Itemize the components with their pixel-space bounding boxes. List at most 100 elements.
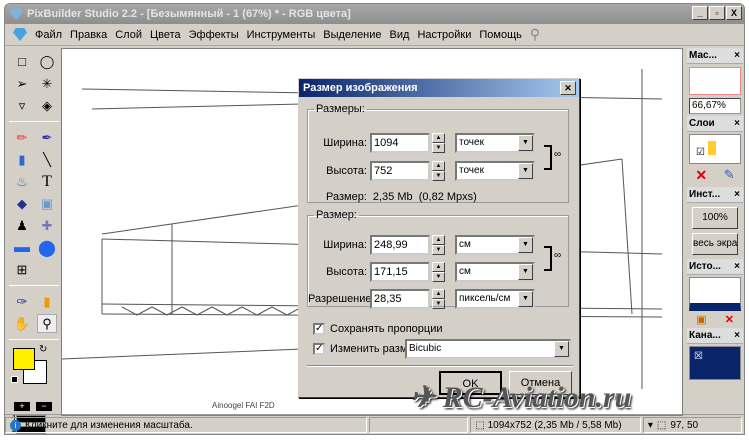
app-menu-icon[interactable] bbox=[13, 28, 27, 41]
status-bar: i Кликните для изменения масштаба. ⬚ 1094… bbox=[5, 414, 744, 434]
channels-title: Кана... bbox=[689, 330, 721, 341]
dialog-title-bar: Размер изображения ✕ bbox=[299, 79, 579, 97]
default-colors-icon[interactable] bbox=[11, 376, 18, 383]
menu-settings[interactable]: Настройки bbox=[417, 29, 471, 41]
chain-link-icon[interactable]: ∞ bbox=[554, 250, 561, 261]
stamp-icon[interactable]: ♟ bbox=[12, 216, 32, 235]
rectangle-icon[interactable]: ▬ bbox=[12, 238, 32, 257]
polygon-lasso-icon[interactable]: ▿ bbox=[12, 96, 32, 115]
doc-height-spinner[interactable]: ▲ ▼ bbox=[432, 262, 445, 282]
doc-width-unit-select[interactable]: см ▼ bbox=[455, 235, 535, 255]
remove-brush-button[interactable]: − bbox=[36, 402, 52, 411]
chain-link-icon[interactable]: ∞ bbox=[554, 149, 561, 160]
menu-tools[interactable]: Инструменты bbox=[247, 29, 316, 41]
doc-width-spinner[interactable]: ▲ ▼ bbox=[432, 235, 445, 255]
menu-edit[interactable]: Правка bbox=[70, 29, 107, 41]
pixel-width-unit-select[interactable]: точек ▼ bbox=[455, 133, 535, 153]
close-icon[interactable]: × bbox=[734, 328, 740, 344]
new-snapshot-icon[interactable]: ▣ bbox=[696, 313, 706, 326]
zoom-input[interactable]: 66,67% bbox=[689, 98, 741, 114]
tools-panel-header: Инст... × bbox=[687, 187, 743, 203]
fit-screen-button[interactable]: весь экран bbox=[692, 233, 738, 255]
resolution-spinner[interactable]: ▲ ▼ bbox=[432, 289, 445, 309]
pixel-height-label: Высота: bbox=[326, 165, 367, 177]
dialog-close-button[interactable]: ✕ bbox=[560, 81, 576, 95]
history-panel-header: Исто... × bbox=[687, 259, 743, 275]
resolution-label: Разрешение: bbox=[308, 293, 375, 305]
menu-colors[interactable]: Цвета bbox=[150, 29, 181, 41]
swap-colors-icon[interactable]: ↻ bbox=[39, 344, 47, 355]
pencil-icon[interactable]: ✏ bbox=[12, 128, 32, 147]
menu-layer[interactable]: Слой bbox=[115, 29, 142, 41]
menu-file[interactable]: Файл bbox=[35, 29, 62, 41]
history-list[interactable] bbox=[689, 277, 741, 311]
watermark-text: RC-Aviation.ru bbox=[442, 381, 632, 414]
history-title: Исто... bbox=[689, 261, 721, 272]
document-size-group: Размер: Ширина: 248,99 ▲ ▼ см ▼ Высота: 171,15… bbox=[307, 209, 569, 309]
eyedropper-icon[interactable]: ✑ bbox=[12, 292, 32, 311]
resolution-unit-select[interactable]: пиксель/см ▼ bbox=[455, 289, 535, 309]
ruler-icon[interactable]: ▮ bbox=[37, 292, 57, 311]
window-title: PixBuilder Studio 2.2 - [Безымянный - 1 … bbox=[27, 8, 351, 20]
ellipse-icon[interactable]: ⬤ bbox=[37, 238, 57, 257]
menu-selection[interactable]: Выделение bbox=[323, 29, 381, 41]
app-logo-icon bbox=[10, 8, 23, 20]
rect-select-icon[interactable]: □ bbox=[12, 52, 32, 71]
channels-list[interactable]: ☒ bbox=[689, 346, 741, 380]
layers-list[interactable]: ☑ bbox=[689, 134, 741, 164]
pixel-width-input[interactable]: 1094 bbox=[370, 133, 430, 153]
crop-icon[interactable]: ⊞ bbox=[12, 260, 32, 279]
dialog-title: Размер изображения bbox=[303, 82, 418, 94]
bucket-icon[interactable]: ♨ bbox=[12, 172, 32, 191]
magnetic-lasso-icon[interactable]: ◈ bbox=[37, 96, 57, 115]
doc-height-input[interactable]: 171,15 bbox=[370, 262, 430, 282]
move-icon[interactable]: ➢ bbox=[12, 74, 32, 93]
delete-history-icon[interactable]: ✕ bbox=[725, 313, 734, 326]
pixel-height-unit-select[interactable]: точек ▼ bbox=[455, 161, 535, 181]
add-brush-button[interactable]: + bbox=[14, 402, 30, 411]
menu-help[interactable]: Помощь bbox=[479, 29, 522, 41]
keep-proportions-checkbox[interactable]: ✓ Сохранять пропорции bbox=[313, 319, 443, 339]
navigator-panel-header: Мас... × bbox=[687, 48, 743, 64]
dropdown-icon[interactable]: ▾ bbox=[648, 418, 653, 432]
hand-icon[interactable]: ✋ bbox=[12, 314, 32, 333]
zoom-icon[interactable]: ⚲ bbox=[37, 314, 57, 333]
doc-height-unit-select[interactable]: см ▼ bbox=[455, 262, 535, 282]
info-icon: i bbox=[10, 419, 21, 431]
menu-view[interactable]: Вид bbox=[390, 29, 410, 41]
right-panels: Мас... × 66,67% Слои × ☑ ✕ ✎ Инст... × 100%… bbox=[687, 48, 743, 416]
navigator-preview[interactable] bbox=[689, 67, 741, 95]
close-button[interactable]: X bbox=[726, 6, 742, 20]
gradient-icon[interactable]: ◆ bbox=[12, 194, 32, 213]
image-size-dialog: Размер изображения ✕ Размеры: Ширина: 1094… bbox=[298, 78, 580, 398]
search-icon[interactable]: ⚲ bbox=[530, 26, 540, 43]
close-icon[interactable]: × bbox=[734, 187, 740, 203]
eraser-icon[interactable]: ▮ bbox=[12, 150, 32, 169]
shape-fill-icon[interactable]: ▣ bbox=[37, 194, 57, 213]
layer-properties-icon[interactable]: ✎ bbox=[724, 167, 735, 184]
menu-bar: Файл Правка Слой Цвета Эффекты Инструмен… bbox=[5, 24, 744, 46]
pixel-height-input[interactable]: 752 bbox=[370, 161, 430, 181]
resample-method-select[interactable]: Bicubic ▼ bbox=[405, 339, 571, 359]
minimize-button[interactable]: _ bbox=[692, 6, 708, 20]
line-icon[interactable]: ╲ bbox=[37, 150, 57, 169]
status-message: i Кликните для изменения масштаба. bbox=[5, 416, 368, 433]
restore-button[interactable]: ▫ bbox=[709, 6, 725, 20]
pixel-width-spinner[interactable]: ▲ ▼ bbox=[432, 133, 445, 153]
magic-wand-icon[interactable]: ✳ bbox=[37, 74, 57, 93]
zoom-100-button[interactable]: 100% bbox=[692, 207, 738, 229]
lasso-icon[interactable]: ◯ bbox=[37, 52, 57, 71]
close-icon[interactable]: × bbox=[734, 48, 740, 64]
delete-layer-icon[interactable]: ✕ bbox=[695, 167, 707, 184]
close-icon[interactable]: × bbox=[734, 259, 740, 275]
menu-effects[interactable]: Эффекты bbox=[189, 29, 239, 41]
doc-width-input[interactable]: 248,99 bbox=[370, 235, 430, 255]
tools-title: Инст... bbox=[689, 189, 721, 200]
close-icon[interactable]: × bbox=[734, 116, 740, 132]
foreground-color-swatch[interactable] bbox=[13, 348, 35, 370]
pixel-height-spinner[interactable]: ▲ ▼ bbox=[432, 161, 445, 181]
resolution-input[interactable]: 28,35 bbox=[370, 289, 430, 309]
brush-icon[interactable]: ✒ bbox=[37, 128, 57, 147]
heal-icon[interactable]: ✚ bbox=[37, 216, 57, 235]
text-icon[interactable]: T bbox=[37, 172, 57, 191]
